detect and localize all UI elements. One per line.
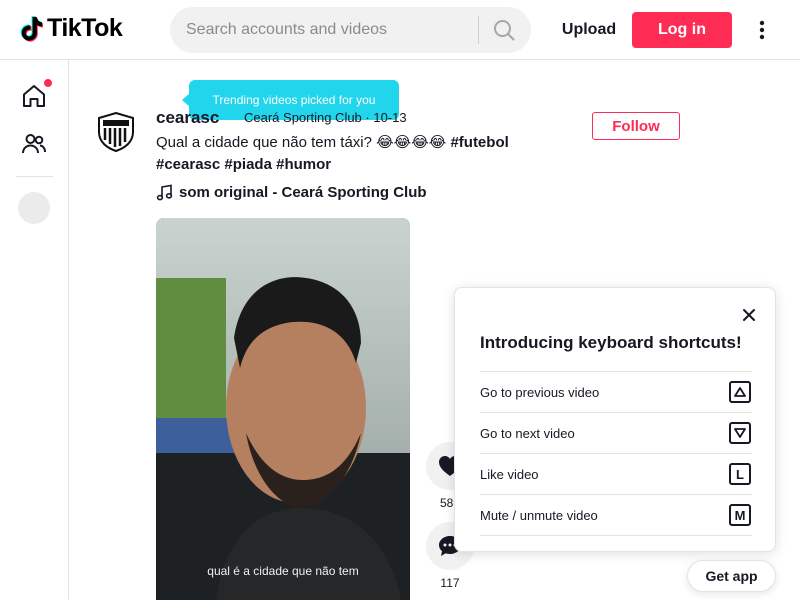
shortcut-label: Go to previous video	[480, 384, 600, 400]
more-menu-button[interactable]	[750, 18, 774, 42]
search-bar	[170, 7, 531, 53]
login-button[interactable]: Log in	[632, 12, 732, 48]
author-username[interactable]: cearasc	[156, 108, 219, 128]
shortcuts-title: Introducing keyboard shortcuts!	[480, 333, 742, 352]
video-player[interactable]: qual é a cidade que não tem	[156, 218, 410, 600]
follow-button[interactable]: Follow	[592, 112, 680, 140]
search-icon	[494, 20, 515, 41]
hashtag-link[interactable]: #piada	[224, 156, 272, 173]
shortcut-label: Go to next video	[480, 425, 575, 441]
left-sidebar	[0, 60, 69, 600]
top-header: TikTok Upload Log in	[0, 0, 800, 60]
search-divider	[478, 16, 479, 44]
music-note-icon	[156, 184, 173, 201]
ceara-crest-icon	[98, 111, 134, 153]
music-title: som original - Ceará Sporting Club	[179, 184, 427, 201]
hashtag-link[interactable]: #futebol	[450, 134, 508, 151]
notification-dot	[44, 79, 52, 87]
search-input[interactable]	[186, 7, 476, 53]
post-caption: Qual a cidade que não tem táxi? 😂😂😂😂 #fu…	[156, 132, 556, 176]
video-subtitle: qual é a cidade que não tem	[207, 564, 359, 578]
author-avatar[interactable]	[97, 111, 135, 153]
close-icon	[743, 309, 755, 321]
following-icon	[22, 134, 46, 154]
video-frame	[156, 218, 410, 600]
hashtag-link[interactable]: #cearasc	[156, 156, 220, 173]
shortcut-label: Like video	[480, 466, 539, 482]
more-vertical-icon	[759, 20, 765, 40]
shortcut-row: Go to next video	[480, 413, 752, 454]
shortcut-key: M	[729, 504, 751, 526]
shortcut-row: Go to previous video	[480, 372, 752, 413]
music-link[interactable]: som original - Ceará Sporting Club	[156, 184, 427, 201]
upload-button[interactable]: Upload	[548, 12, 630, 48]
hashtag-link[interactable]: #humor	[276, 156, 331, 173]
get-app-button[interactable]: Get app	[687, 560, 776, 592]
key-down-icon	[729, 422, 751, 444]
sidebar-avatar[interactable]	[18, 192, 50, 224]
author-nickname: Ceará Sporting Club · 10-13	[244, 110, 407, 125]
shortcut-row: Like video L	[480, 454, 752, 495]
comment-count: 117	[440, 576, 460, 590]
shortcut-label: Mute / unmute video	[480, 507, 598, 523]
keyboard-shortcuts-panel: Introducing keyboard shortcuts! Go to pr…	[454, 287, 776, 552]
search-button[interactable]	[487, 16, 521, 44]
logo-wordmark: TikTok	[47, 14, 123, 42]
home-icon	[23, 85, 45, 107]
sidebar-divider	[16, 176, 53, 177]
caption-text: Qual a cidade que não tem táxi? 😂😂😂😂	[156, 134, 447, 151]
sidebar-item-following[interactable]	[18, 128, 50, 160]
shortcut-row: Mute / unmute video M	[480, 495, 752, 536]
tiktok-logo[interactable]: TikTok	[20, 14, 123, 43]
shortcut-key: L	[729, 463, 751, 485]
shortcuts-list: Go to previous video Go to next video Li…	[480, 371, 752, 536]
close-button[interactable]	[738, 304, 760, 326]
key-up-icon	[729, 381, 751, 403]
tiktok-logo-icon	[20, 15, 43, 42]
